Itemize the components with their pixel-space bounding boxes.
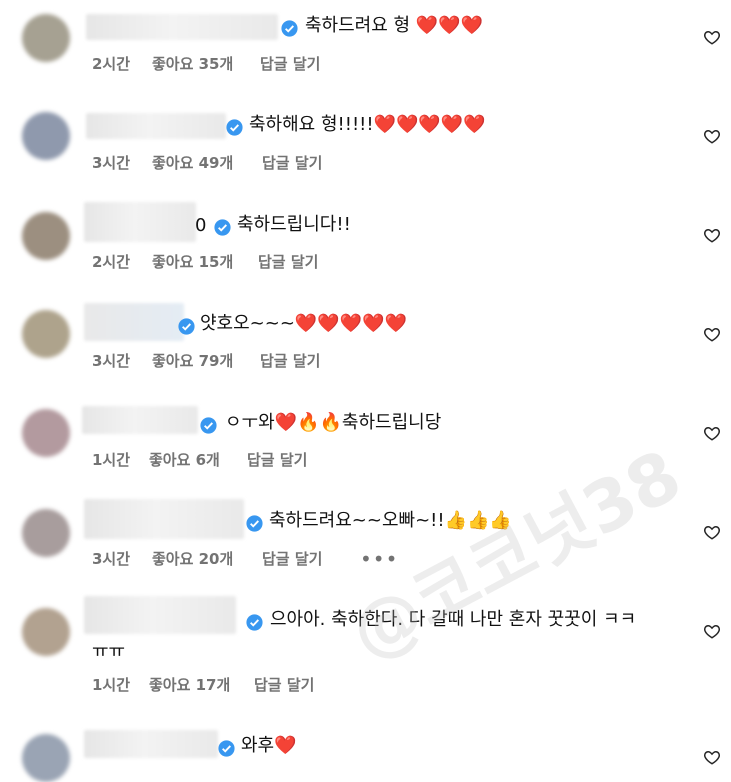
reply-button[interactable]: 답글 달기 [262,153,322,173]
reply-button[interactable]: 답글 달기 [262,549,322,569]
heart-outline-icon[interactable] [703,325,721,343]
username-blurred[interactable] [86,113,226,139]
reply-button[interactable]: 답글 달기 [258,252,318,272]
avatar[interactable] [22,608,70,656]
heart-outline-icon[interactable] [703,226,721,244]
likes-count[interactable]: 좋아요 6개 [149,450,220,470]
avatar[interactable] [22,310,70,358]
comment-text: 얏호오~~~❤️❤️❤️❤️❤️ [200,313,407,334]
comment-time: 1시간 [92,676,131,694]
likes-count[interactable]: 좋아요 35개 [152,54,233,74]
heart-outline-icon[interactable] [703,424,721,442]
likes-count[interactable]: 좋아요 17개 [149,675,230,695]
verified-badge-icon [218,740,235,757]
username-blurred[interactable] [84,596,236,634]
comment-time: 3시간 [92,154,131,172]
comment-time: 2시간 [92,253,131,271]
username-blurred[interactable] [84,202,196,242]
reply-button[interactable]: 답글 달기 [254,675,314,695]
comment-time: 2시간 [92,55,131,73]
verified-badge-icon [246,614,263,631]
verified-badge-icon [200,417,217,434]
verified-badge-icon [246,515,263,532]
avatar[interactable] [22,112,70,160]
username-blurred[interactable] [84,730,218,758]
comment-text: 와후❤️ [241,735,297,756]
likes-count[interactable]: 좋아요 79개 [152,351,233,371]
more-options-button[interactable]: ••• [360,549,398,569]
avatar[interactable] [22,409,70,457]
comment-text: 축하드려요~~오빠~!!👍👍👍 [269,510,512,531]
avatar[interactable] [22,509,70,557]
username-blurred[interactable] [86,14,278,40]
reply-button[interactable]: 답글 달기 [247,450,307,470]
reply-button[interactable]: 답글 달기 [260,54,320,74]
verified-badge-icon [178,318,195,335]
avatar[interactable] [22,212,70,260]
comment-text: 으아아. 축하한다. 다 갈때 나만 혼자 꿋꿋이 ㅋㅋ [270,609,637,630]
comment-text: 축하드립니다!! [237,214,351,235]
username-blurred[interactable] [84,303,184,341]
heart-outline-icon[interactable] [703,28,721,46]
comment-text: 축하드려요 형 ❤️❤️❤️ [305,15,484,36]
comment-time: 3시간 [92,352,131,370]
heart-outline-icon[interactable] [703,523,721,541]
comment-time: 3시간 [92,550,131,568]
comment-text: 축하해요 형!!!!!❤️❤️❤️❤️❤️ [249,114,486,135]
heart-outline-icon[interactable] [703,127,721,145]
likes-count[interactable]: 좋아요 20개 [152,549,233,569]
comment-text-line2: ㅠㅠ [92,641,126,662]
username-blurred[interactable] [82,406,198,434]
comment-text: ㅇㅜ와❤️🔥🔥축하드립니당 [225,412,442,433]
username-tail: 0 [195,215,207,236]
verified-badge-icon [281,20,298,37]
username-blurred[interactable] [84,499,244,539]
comment-time: 1시간 [92,451,131,469]
likes-count[interactable]: 좋아요 15개 [152,252,233,272]
likes-count[interactable]: 좋아요 49개 [152,153,233,173]
avatar[interactable] [22,734,70,782]
verified-badge-icon [226,119,243,136]
heart-outline-icon[interactable] [703,622,721,640]
heart-outline-icon[interactable] [703,748,721,766]
avatar[interactable] [22,14,70,62]
reply-button[interactable]: 답글 달기 [260,351,320,371]
verified-badge-icon [214,219,231,236]
